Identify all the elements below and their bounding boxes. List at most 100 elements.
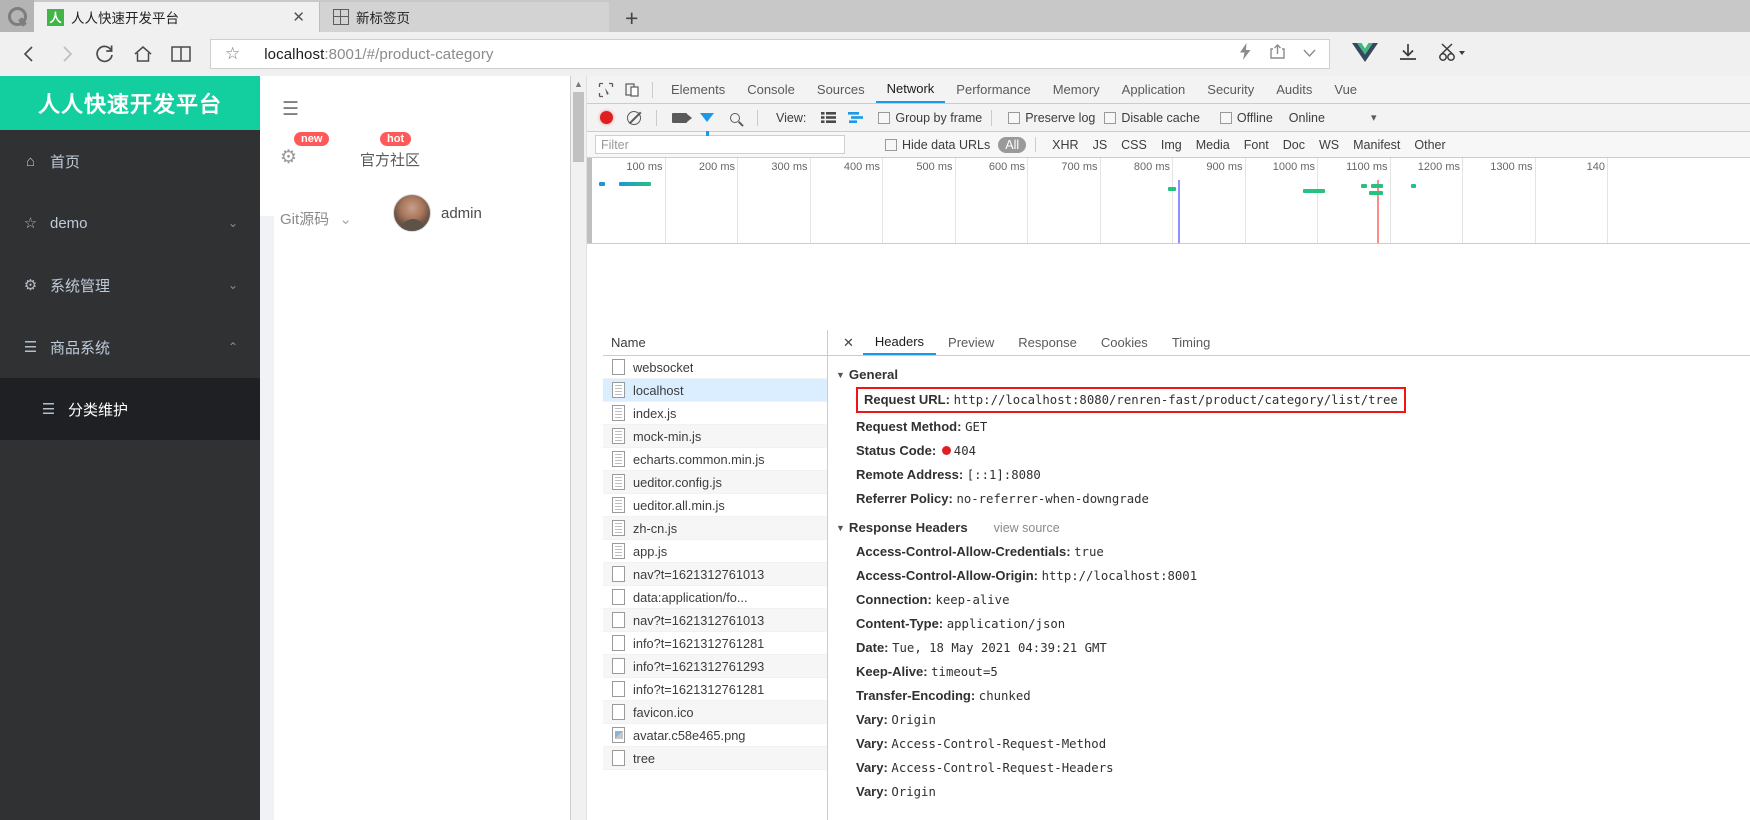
request-row[interactable]: websocket [603, 356, 827, 379]
close-icon[interactable]: ✕ [834, 335, 863, 351]
throttling-dropdown[interactable]: Online [1289, 111, 1325, 125]
tab-performance[interactable]: Performance [945, 76, 1041, 103]
filter-type-js[interactable]: JS [1086, 138, 1115, 152]
tab-timing[interactable]: Timing [1160, 330, 1223, 355]
browser-tab-active[interactable]: 人 人人快速开发平台 ✕ [34, 2, 319, 32]
request-row[interactable]: app.js [603, 540, 827, 563]
sidebar-item-demo[interactable]: ☆ demo ⌄ [0, 192, 260, 254]
filter-type-media[interactable]: Media [1189, 138, 1237, 152]
request-row[interactable]: index.js [603, 402, 827, 425]
home-icon[interactable] [124, 35, 162, 73]
checkbox-box [878, 111, 891, 124]
search-icon[interactable] [722, 105, 748, 131]
request-row[interactable]: info?t=1621312761281 [603, 632, 827, 655]
hide-data-urls-checkbox[interactable]: Hide data URLs [885, 138, 990, 152]
clear-button[interactable] [621, 105, 647, 131]
request-row[interactable]: echarts.common.min.js [603, 448, 827, 471]
filter-type-all[interactable]: All [998, 136, 1027, 153]
filter-type-doc[interactable]: Doc [1276, 138, 1312, 152]
inspect-element-icon[interactable] [593, 77, 619, 103]
reader-mode-icon[interactable] [162, 35, 200, 73]
disable-cache-checkbox[interactable]: Disable cache [1104, 111, 1200, 125]
request-row[interactable]: ueditor.all.min.js [603, 494, 827, 517]
settings-button[interactable]: ⚙ new hot [280, 132, 412, 169]
filter-type-ws[interactable]: WS [1312, 138, 1346, 152]
response-header-row: Connection: keep-alive [836, 588, 1750, 612]
tab-headers[interactable]: Headers [862, 330, 937, 355]
capture-screenshots-icon[interactable] [666, 105, 692, 131]
filter-icon[interactable] [694, 105, 720, 136]
filter-input[interactable]: Filter [595, 135, 845, 154]
request-row[interactable]: zh-cn.js [603, 517, 827, 540]
request-row[interactable]: info?t=1621312761293 [603, 655, 827, 678]
filter-type-img[interactable]: Img [1154, 138, 1189, 152]
back-icon[interactable] [10, 35, 48, 73]
sidebar-item-product-system[interactable]: ☰ 商品系统 ⌃ [0, 316, 260, 378]
scrollbar-thumb[interactable] [573, 92, 584, 162]
request-row[interactable]: favicon.ico [603, 701, 827, 724]
chevron-down-icon[interactable] [1302, 45, 1317, 63]
reload-icon[interactable] [86, 35, 124, 73]
filter-type-other[interactable]: Other [1407, 138, 1452, 152]
overview-left-handle[interactable] [587, 158, 592, 243]
general-section-title[interactable]: ▼ General [836, 367, 1750, 382]
user-menu[interactable]: admin [393, 194, 482, 232]
tab-application[interactable]: Application [1111, 76, 1197, 103]
download-icon[interactable] [1396, 41, 1420, 68]
close-icon[interactable]: ✕ [288, 8, 309, 26]
group-by-frame-checkbox[interactable]: Group by frame [878, 111, 982, 125]
filter-type-font[interactable]: Font [1237, 138, 1276, 152]
request-row[interactable]: mock-min.js [603, 425, 827, 448]
sidebar-item-system-management[interactable]: ⚙ 系统管理 ⌄ [0, 254, 260, 316]
request-row[interactable]: info?t=1621312761281 [603, 678, 827, 701]
offline-checkbox[interactable]: Offline [1219, 111, 1273, 125]
more-options-icon[interactable]: ▾ [1371, 111, 1377, 124]
preserve-log-checkbox[interactable]: Preserve log [1008, 111, 1095, 125]
sidebar-toggle-icon[interactable]: ☰ [282, 98, 299, 121]
waterfall-view-icon[interactable] [843, 105, 869, 131]
list-view-icon[interactable] [815, 105, 841, 131]
request-row[interactable]: data:application/fo... [603, 586, 827, 609]
request-row[interactable]: tree [603, 747, 827, 770]
scroll-up-icon[interactable]: ▲ [571, 76, 586, 89]
snip-icon[interactable] [1438, 41, 1466, 68]
tab-audits[interactable]: Audits [1265, 76, 1323, 103]
request-row[interactable]: localhost [603, 379, 827, 402]
bookmark-star-icon[interactable]: ☆ [219, 44, 240, 64]
record-button[interactable] [593, 105, 619, 131]
filter-type-css[interactable]: CSS [1114, 138, 1154, 152]
lightning-icon[interactable] [1238, 43, 1253, 65]
tab-memory[interactable]: Memory [1042, 76, 1111, 103]
request-row[interactable]: nav?t=1621312761013 [603, 563, 827, 586]
tab-console[interactable]: Console [736, 76, 806, 103]
tab-network[interactable]: Network [875, 76, 946, 103]
response-headers-section-title[interactable]: ▼ Response Headers view source [836, 520, 1750, 535]
share-icon[interactable] [1269, 43, 1286, 65]
vue-devtools-icon[interactable] [1352, 41, 1378, 68]
network-overview-timeline[interactable]: 100 ms 200 ms 300 ms 400 ms 500 ms 600 ms 700 … [587, 158, 1750, 244]
page-scrollbar[interactable]: ▲ [571, 76, 587, 820]
column-header-name[interactable]: Name [603, 330, 827, 356]
device-toolbar-icon[interactable] [619, 77, 645, 103]
tab-security[interactable]: Security [1196, 76, 1265, 103]
tab-cookies[interactable]: Cookies [1089, 330, 1160, 355]
new-tab-button[interactable]: + [609, 5, 654, 31]
request-row[interactable]: ueditor.config.js [603, 471, 827, 494]
view-source-link[interactable]: view source [994, 521, 1060, 535]
tab-elements[interactable]: Elements [660, 76, 736, 103]
tab-sources[interactable]: Sources [806, 76, 876, 103]
browser-tab-newtab[interactable]: 新标签页 [319, 2, 609, 32]
official-community-link[interactable]: 官方社区 [360, 149, 420, 170]
sidebar-item-category-maintenance[interactable]: ☰ 分类维护 [0, 378, 260, 440]
sidebar-item-home[interactable]: ⌂ 首页 [0, 130, 260, 192]
tab-preview[interactable]: Preview [936, 330, 1006, 355]
request-row[interactable]: avatar.c58e465.png [603, 724, 827, 747]
grid-icon [333, 9, 349, 25]
request-row[interactable]: nav?t=1621312761013 [603, 609, 827, 632]
filter-type-xhr[interactable]: XHR [1045, 138, 1085, 152]
filter-type-manifest[interactable]: Manifest [1346, 138, 1407, 152]
url-bar[interactable]: ☆ localhost:8001/#/product-category [210, 39, 1330, 69]
tab-vue[interactable]: Vue [1323, 76, 1368, 103]
tab-response[interactable]: Response [1006, 330, 1089, 355]
git-source-dropdown[interactable]: Git源码 ⌄ [280, 208, 352, 229]
